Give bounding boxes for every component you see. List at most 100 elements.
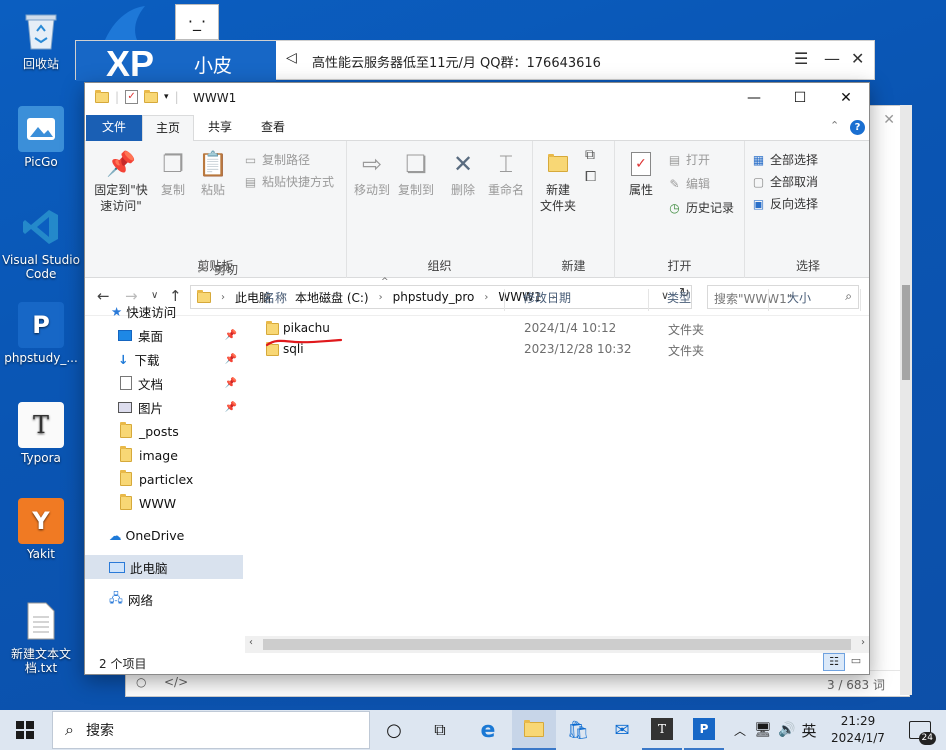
new-folder-big-icon: [543, 149, 573, 179]
nav-item-particlex[interactable]: particlex: [85, 467, 243, 491]
desktop-phpstudy[interactable]: P phpstudy_...: [1, 302, 81, 365]
select-group: ▦ 全部选择 ▢ 全部取消 ▣ 反向选择 选择: [745, 141, 871, 278]
desktop-recycle-bin[interactable]: 回收站: [1, 8, 81, 71]
pinned-icon: 📌: [224, 353, 237, 365]
nav-network[interactable]: 🖧 网络: [85, 587, 243, 611]
open-button[interactable]: ▤ 打开: [667, 151, 710, 168]
store-icon[interactable]: 🛍: [556, 710, 600, 750]
desktop-typora[interactable]: T Typora: [1, 402, 81, 465]
tab-file[interactable]: 文件: [86, 115, 142, 141]
mail-icon[interactable]: ✉: [600, 710, 644, 750]
network-tray-icon[interactable]: 🖥: [752, 710, 774, 750]
rename-button[interactable]: ⌶ 重命名: [483, 149, 529, 198]
scrollbar-thumb[interactable]: [263, 639, 851, 650]
collapse-ribbon-icon[interactable]: ⌃: [830, 119, 839, 132]
delete-button[interactable]: ✕ 删除: [445, 149, 481, 198]
copy-to-button[interactable]: ❏ 复制到: [395, 149, 437, 198]
organize-group: ⇨ 移动到 ❏ 复制到 ✕ 删除 ⌶ 重命名 组织: [347, 141, 533, 278]
column-header-size[interactable]: 大小: [769, 289, 861, 311]
taskbar: ⌕ 搜索 ○ ⧉ e 🛍 ✉ T P ︿ 🖥 🔊 英 21:29 2024/1/…: [0, 710, 946, 750]
tab-home[interactable]: 主页: [142, 115, 194, 142]
properties-button[interactable]: ✓ 属性: [621, 149, 661, 198]
input-method[interactable]: 英: [798, 710, 820, 750]
properties-check-icon[interactable]: ✓: [125, 90, 139, 104]
copy-button[interactable]: ❐ 复制: [153, 149, 193, 198]
desktop-vscode[interactable]: Visual Studio Code: [1, 204, 81, 281]
close-icon[interactable]: ✕: [851, 49, 864, 68]
cut-button[interactable]: ✂ 剪切: [195, 261, 238, 278]
tab-share[interactable]: 共享: [196, 115, 244, 141]
scroll-left-icon[interactable]: ‹: [249, 637, 253, 648]
select-all-button[interactable]: ▦ 全部选择: [751, 151, 818, 168]
help-icon[interactable]: ?: [850, 120, 865, 135]
volume-icon[interactable]: 🔊: [776, 710, 798, 750]
history-icon: ◷: [669, 200, 680, 215]
minimize-icon[interactable]: —: [824, 49, 840, 68]
desktop-yakit[interactable]: Y Yakit: [1, 498, 81, 561]
paste-button[interactable]: 📋 粘贴: [193, 149, 233, 198]
panel-close-icon[interactable]: ✕: [883, 112, 895, 128]
nav-quick-access[interactable]: ★ 快速访问: [85, 299, 243, 323]
start-button[interactable]: [0, 710, 50, 750]
file-explorer-taskbar-icon[interactable]: [512, 710, 556, 750]
code-icon[interactable]: </>: [164, 675, 188, 689]
phpstudy-taskbar-icon[interactable]: P: [684, 710, 724, 750]
new-folder-icon[interactable]: [144, 89, 159, 103]
typora-taskbar-icon[interactable]: T: [642, 710, 682, 750]
circle-icon[interactable]: ○: [136, 675, 146, 689]
new-folder-button[interactable]: 新建 文件夹: [535, 149, 581, 214]
nav-item-documents[interactable]: 文档 📌: [85, 371, 243, 395]
nav-item-posts[interactable]: _posts: [85, 419, 243, 443]
background-scrollbar[interactable]: [900, 105, 912, 695]
taskbar-search-box[interactable]: ⌕ 搜索: [52, 711, 370, 749]
column-header-date[interactable]: 修改日期: [505, 289, 649, 311]
select-none-button[interactable]: ▢ 全部取消: [751, 173, 818, 190]
cortana-icon[interactable]: ○: [372, 710, 416, 750]
nav-this-pc[interactable]: 此电脑: [85, 555, 243, 579]
move-to-button[interactable]: ⇨ 移动到: [351, 149, 393, 198]
history-button[interactable]: ◷ 历史记录: [667, 199, 734, 216]
menu-icon[interactable]: ☰: [794, 49, 808, 68]
scrollbar-thumb[interactable]: [902, 285, 910, 380]
minimize-button[interactable]: —: [731, 83, 777, 115]
easy-access-icon[interactable]: ⧠: [585, 169, 596, 185]
maximize-button[interactable]: ☐: [777, 83, 823, 115]
clock[interactable]: 21:29 2024/1/7: [822, 710, 894, 750]
desktop-icon-label: 回收站: [22, 57, 59, 71]
paste-shortcut-button[interactable]: ▤ 粘贴快捷方式: [243, 173, 334, 190]
tab-view[interactable]: 查看: [249, 115, 297, 141]
invert-selection-button[interactable]: ▣ 反向选择: [751, 195, 818, 212]
large-icons-view-icon[interactable]: ▭: [847, 653, 865, 671]
select-none-icon: ▢: [752, 174, 765, 189]
qat-dropdown-icon[interactable]: ▾: [164, 92, 169, 102]
new-group-label: 新建: [561, 259, 586, 273]
nav-item-pictures[interactable]: 图片 📌: [85, 395, 243, 419]
notification-center-icon[interactable]: 24: [900, 710, 940, 750]
close-button[interactable]: ✕: [823, 83, 869, 115]
file-row[interactable]: sqli 2023/12/28 10:32 文件夹: [261, 339, 851, 360]
column-header-name[interactable]: 名称: [245, 289, 505, 311]
brand-name: 小皮: [194, 55, 233, 77]
desktop-picgo[interactable]: PicGo: [1, 106, 81, 169]
edit-button[interactable]: ✎ 编辑: [667, 175, 710, 192]
file-row[interactable]: pikachu 2024/1/4 10:12 文件夹: [261, 318, 851, 339]
desktop-new-text-file[interactable]: 新建文本文档.txt: [1, 598, 81, 675]
nav-item-downloads[interactable]: ↓ 下载 📌: [85, 347, 243, 371]
recycle-bin-icon: [18, 8, 64, 54]
tray-chevron-icon[interactable]: ︿: [730, 710, 750, 750]
pinned-icon: 📌: [224, 401, 237, 413]
nav-item-desktop[interactable]: 桌面 📌: [85, 323, 243, 347]
edge-icon[interactable]: e: [466, 710, 510, 750]
nav-item-www[interactable]: WWW: [85, 491, 243, 515]
column-header-type[interactable]: 类型: [649, 289, 769, 311]
desktop-icon: [118, 329, 132, 341]
copy-icon: ❐: [162, 150, 184, 178]
copy-path-button[interactable]: ▭ 复制路径: [243, 151, 310, 168]
pin-quick-access-button[interactable]: 📌 固定到"快速访问": [89, 149, 153, 214]
new-item-icon[interactable]: ⧉: [585, 147, 595, 163]
nav-onedrive[interactable]: ☁ OneDrive: [85, 523, 243, 547]
nav-item-image[interactable]: image: [85, 443, 243, 467]
scroll-right-icon[interactable]: ›: [861, 637, 865, 648]
details-view-icon[interactable]: ☷: [823, 653, 845, 671]
task-view-icon[interactable]: ⧉: [418, 710, 462, 750]
